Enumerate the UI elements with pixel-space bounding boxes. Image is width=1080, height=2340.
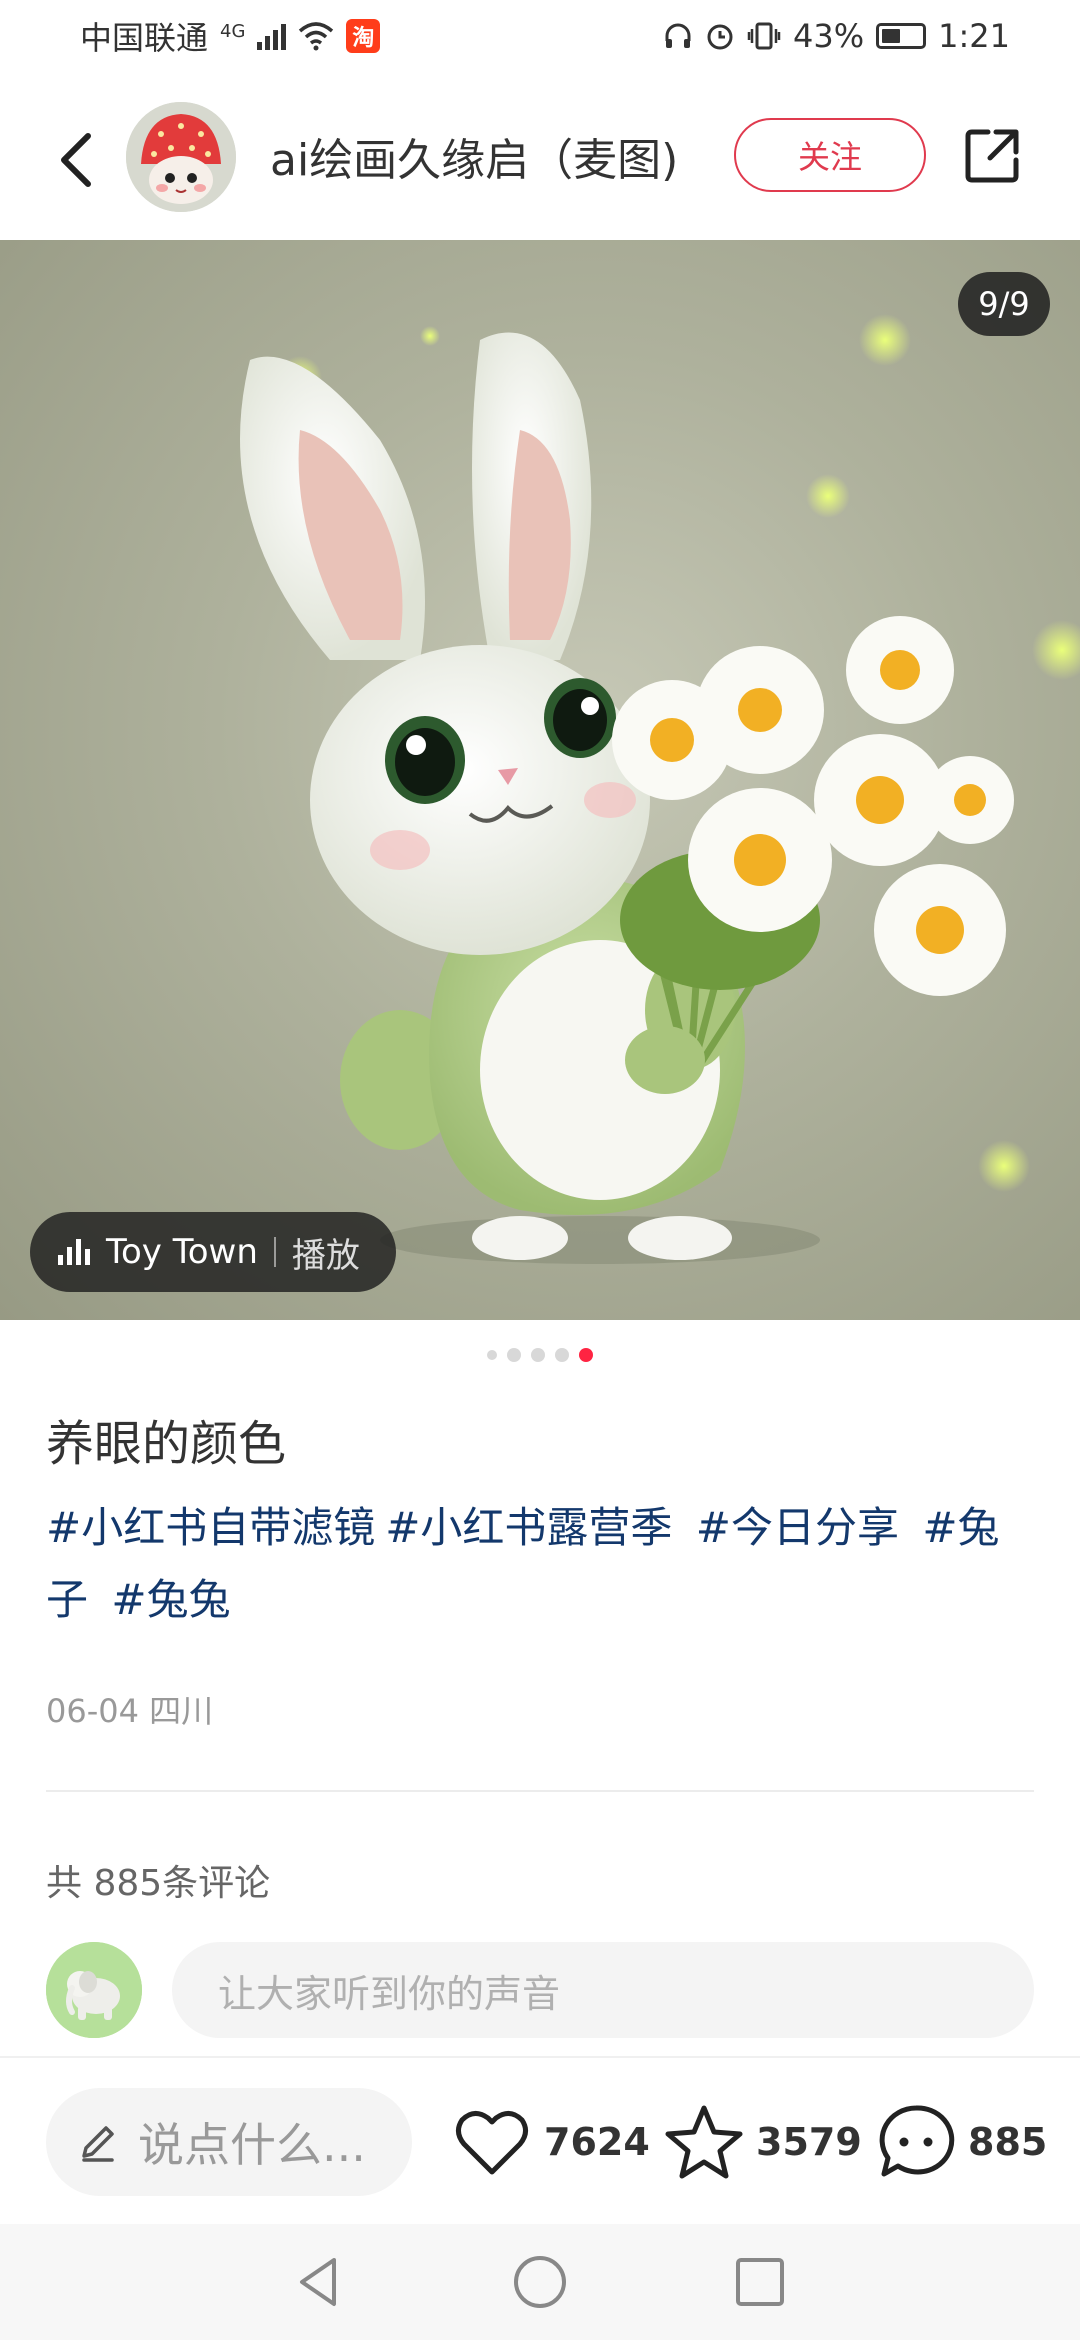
music-divider (273, 1237, 276, 1267)
comment-button[interactable]: 885 (874, 2094, 1047, 2190)
audio-bars-icon (58, 1239, 90, 1265)
alarm-icon (707, 24, 733, 50)
status-bar: 中国联通 4G 淘 43% 1:21 (0, 0, 1080, 72)
comment-input[interactable]: 让大家听到你的声音 (172, 1942, 1034, 2038)
note-tags: #小红书自带滤镜 #小红书露营季 #今日分享 #兔子 #兔兔 (46, 1492, 1046, 1636)
note-date-location: 06-04 四川 (46, 1692, 214, 1730)
music-play-button[interactable]: 播放 (292, 1228, 360, 1277)
bottom-action-bar: 说点什么... 7624 3579 885 (0, 2056, 1080, 2224)
like-button[interactable]: 7624 (450, 2094, 650, 2190)
image-page-counter: 9/9 (958, 272, 1050, 336)
signal-icon (257, 22, 287, 50)
note-title: 养眼的颜色 (46, 1416, 287, 1472)
battery-icon (876, 23, 927, 49)
author-name[interactable]: ai绘画久缘启（麦图) (270, 124, 678, 188)
carousel-dot (531, 1348, 545, 1362)
share-external-icon (965, 129, 1019, 183)
carousel-dot (487, 1350, 497, 1360)
chevron-left-icon (61, 133, 91, 187)
star-icon (665, 2105, 743, 2179)
like-count: 7624 (544, 2120, 650, 2164)
music-track-name: Toy Town (106, 1232, 258, 1272)
comment-count: 共 885条评论 (46, 1863, 271, 1904)
author-avatar[interactable] (126, 102, 236, 212)
carousel-dot (555, 1348, 569, 1362)
chat-bubble-icon (879, 2105, 955, 2177)
bunny-with-daisies-image (240, 314, 1080, 1264)
hashtag-link[interactable]: #今日分享 (696, 1503, 899, 1552)
nav-back-icon[interactable] (290, 2252, 350, 2312)
hashtag-link[interactable]: #小红书自带滤镜 (46, 1503, 375, 1552)
carousel-indicator (0, 1348, 1080, 1362)
headphones-icon (665, 23, 691, 48)
current-user-avatar[interactable] (46, 1942, 142, 2038)
carousel-dot-active (579, 1348, 593, 1362)
network-type: 4G (220, 21, 246, 42)
carrier-text: 中国联通 (80, 19, 209, 57)
back-button[interactable] (36, 120, 116, 200)
say-something-input[interactable]: 说点什么... (46, 2088, 412, 2196)
hashtag-link[interactable]: #小红书露营季 (385, 1503, 672, 1552)
follow-button[interactable]: 关注 (734, 118, 926, 192)
note-header: ai绘画久缘启（麦图) 关注 (0, 80, 1080, 240)
comment-count-badge: 885 (968, 2120, 1048, 2164)
status-right: 43% 1:21 (663, 17, 1010, 55)
system-nav-bar (0, 2224, 1080, 2340)
wifi-icon (299, 22, 334, 51)
note-image-carousel[interactable]: 9/9 Toy Town 播放 (0, 240, 1080, 1320)
clock-time: 1:21 (938, 17, 1010, 55)
say-something-label: 说点什么... (138, 2118, 366, 2172)
nav-home-icon[interactable] (510, 2252, 570, 2312)
music-player-pill[interactable]: Toy Town 播放 (30, 1212, 396, 1292)
nav-recents-icon[interactable] (730, 2252, 790, 2312)
collect-count: 3579 (756, 2120, 862, 2164)
heart-icon (456, 2111, 528, 2175)
status-left: 中国联通 4G 淘 (80, 13, 381, 59)
elephant-avatar-image (46, 1942, 142, 2038)
taobao-app-icon: 淘 (346, 19, 381, 53)
vibrate-icon (747, 22, 781, 50)
strawberry-avatar-image (126, 102, 236, 212)
section-divider (46, 1790, 1034, 1792)
battery-percent: 43% (793, 17, 865, 55)
pencil-icon (82, 2126, 114, 2162)
share-button[interactable] (956, 120, 1028, 192)
hashtag-link[interactable]: #兔兔 (111, 1575, 230, 1624)
collect-button[interactable]: 3579 (662, 2094, 862, 2190)
carousel-dot (507, 1348, 521, 1362)
